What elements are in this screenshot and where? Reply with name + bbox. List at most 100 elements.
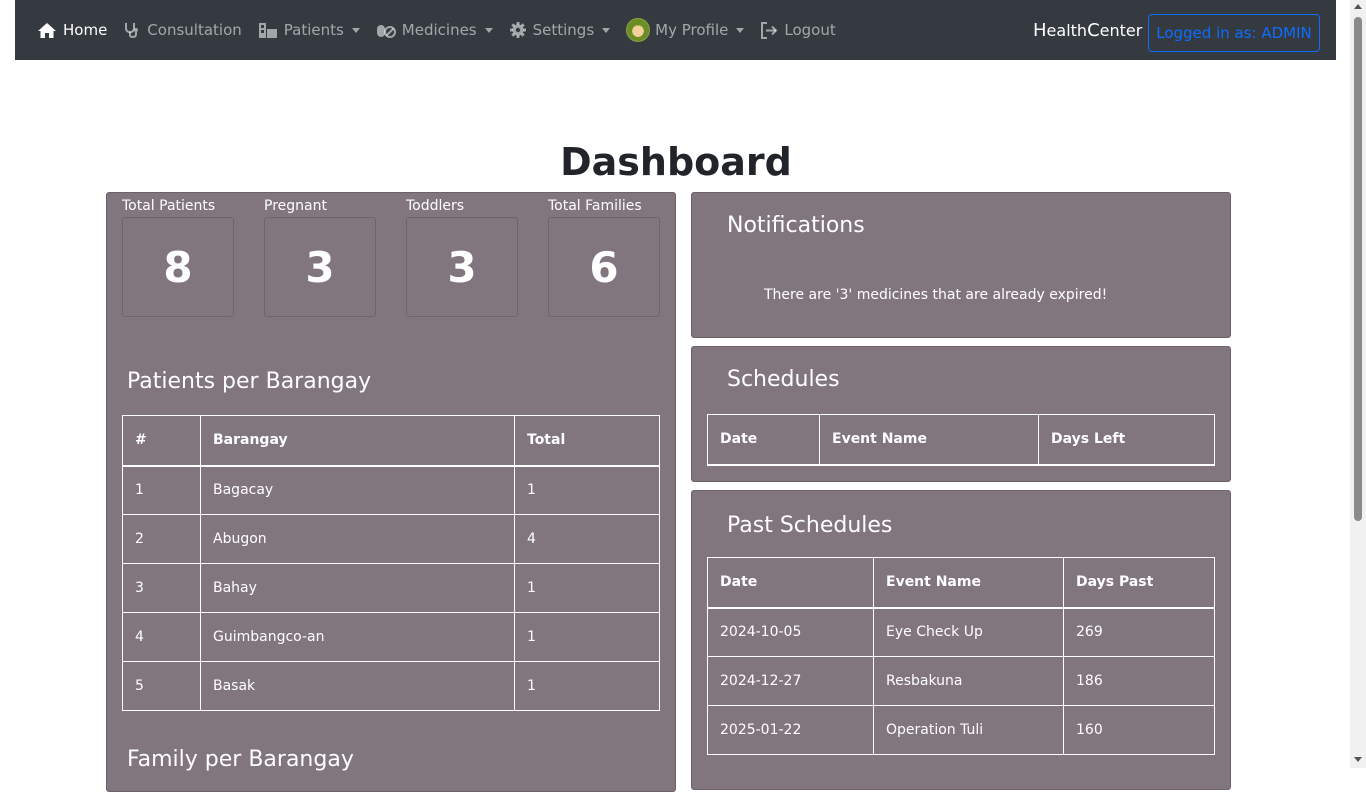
stats-panel: Total Patients 8 Pregnant 3 Toddlers 3 T…: [106, 192, 676, 792]
table-cell: 2024-12-27: [707, 656, 874, 706]
chevron-down-icon: [602, 27, 611, 33]
stat-label: Total Families: [548, 198, 642, 214]
scroll-down-icon[interactable]: [1354, 757, 1362, 762]
brand-logo[interactable]: HealthCenter: [1033, 20, 1142, 41]
logged-in-button[interactable]: Logged in as: ADMIN: [1148, 14, 1320, 52]
past-schedules-table: Date Event Name Days Past 2024-10-05 Eye …: [707, 557, 1215, 755]
brand-part-2: enter: [1099, 21, 1143, 40]
table-row: 1 Bagacay 1: [122, 465, 660, 515]
stat-total-patients: Total Patients 8: [122, 195, 234, 317]
table-cell: 1: [122, 465, 201, 515]
scroll-up-icon[interactable]: [1354, 4, 1362, 9]
column-header: Days Past: [1063, 557, 1215, 609]
notification-message: There are '3' medicines that are already…: [764, 287, 1108, 303]
family-per-barangay-title: Family per Barangay: [127, 747, 354, 772]
column-header: Event Name: [873, 557, 1064, 609]
table-row: 4 Guimbangco-an 1: [122, 612, 660, 662]
nav-home[interactable]: Home: [37, 21, 107, 39]
page-scrollbar[interactable]: [1350, 0, 1366, 768]
schedules-table: Date Event Name Days Left: [707, 414, 1215, 466]
table-cell: 1: [514, 661, 660, 711]
table-row: 3 Bahay 1: [122, 563, 660, 613]
pills-icon: [376, 24, 396, 38]
nav-profile-label: My Profile: [655, 21, 729, 39]
stat-value: 3: [406, 217, 518, 317]
nav-medicines-dropdown[interactable]: Medicines: [376, 21, 493, 39]
gear-icon: [509, 22, 526, 38]
nav-consultation[interactable]: Consultation: [123, 21, 242, 39]
nav-logout-label: Logout: [784, 21, 836, 39]
nav-consultation-label: Consultation: [147, 21, 242, 39]
table-cell: 1: [514, 612, 660, 662]
schedules-title: Schedules: [727, 367, 840, 392]
stat-total-families: Total Families 6: [548, 195, 660, 317]
table-header-row: Date Event Name Days Past: [707, 557, 1215, 609]
table-cell: 1: [514, 465, 660, 515]
table-row: 2 Abugon 4: [122, 514, 660, 564]
nav-medicines-label: Medicines: [401, 21, 477, 39]
stethoscope-icon: [125, 23, 139, 39]
table-cell: 4: [514, 514, 660, 564]
table-cell: Bagacay: [200, 465, 515, 515]
column-header: Date: [707, 414, 820, 466]
stat-value: 8: [122, 217, 234, 317]
brand-part-1: ealth: [1046, 21, 1088, 40]
table-cell: Operation Tuli: [873, 705, 1064, 755]
table-cell: 1: [514, 563, 660, 613]
stat-label: Total Patients: [122, 198, 216, 214]
table-header-row: # Barangay Total: [122, 415, 660, 467]
table-cell: Abugon: [200, 514, 515, 564]
column-header: Total: [514, 415, 660, 467]
avatar: [626, 18, 651, 42]
logout-icon: [761, 21, 778, 39]
column-header: Days Left: [1038, 414, 1215, 466]
patients-icon: [258, 22, 277, 38]
table-cell: 2: [122, 514, 201, 564]
table-cell: 3: [122, 563, 201, 613]
table-cell: 4: [122, 612, 201, 662]
stat-value: 6: [548, 217, 660, 317]
nav-patients-dropdown[interactable]: Patients: [258, 21, 360, 39]
patients-per-barangay-title: Patients per Barangay: [127, 369, 372, 394]
brand-letter-h: H: [1033, 20, 1047, 41]
past-schedules-title: Past Schedules: [727, 513, 893, 538]
table-row: 2024-10-05 Eye Check Up 269: [707, 607, 1215, 657]
table-row: 5 Basak 1: [122, 661, 660, 711]
stat-pregnant: Pregnant 3: [264, 195, 376, 317]
stat-label: Toddlers: [406, 198, 465, 214]
past-schedules-panel: Past Schedules Date Event Name Days Past…: [691, 490, 1231, 790]
nav-patients-label: Patients: [283, 21, 344, 39]
nav-profile-dropdown[interactable]: My Profile: [626, 18, 745, 42]
table-cell: Bahay: [200, 563, 515, 613]
table-cell: Basak: [200, 661, 515, 711]
table-row: 2025-01-22 Operation Tuli 160: [707, 705, 1215, 755]
table-header-row: Date Event Name Days Left: [707, 414, 1215, 466]
stat-value: 3: [264, 217, 376, 317]
column-header: Date: [707, 557, 874, 609]
nav-home-label: Home: [63, 21, 108, 39]
nav-settings-label: Settings: [532, 21, 595, 39]
table-cell: 269: [1063, 607, 1215, 657]
nav-logout[interactable]: Logout: [760, 21, 836, 39]
table-cell: Guimbangco-an: [200, 612, 515, 662]
table-cell: 160: [1063, 705, 1215, 755]
table-cell: Eye Check Up: [873, 607, 1064, 657]
table-cell: 2025-01-22: [707, 705, 874, 755]
chevron-down-icon: [351, 27, 360, 33]
schedules-panel: Schedules Date Event Name Days Left: [691, 346, 1231, 482]
table-row: 2024-12-27 Resbakuna 186: [707, 656, 1215, 706]
stat-toddlers: Toddlers 3: [406, 195, 518, 317]
home-icon: [38, 22, 56, 38]
chevron-down-icon: [736, 27, 745, 33]
chevron-down-icon: [484, 27, 493, 33]
notifications-title: Notifications: [727, 213, 865, 238]
column-header: #: [122, 415, 201, 467]
table-cell: Resbakuna: [873, 656, 1064, 706]
nav-settings-dropdown[interactable]: Settings: [509, 21, 611, 39]
stat-label: Pregnant: [264, 198, 327, 214]
column-header: Barangay: [200, 415, 515, 467]
table-cell: 2024-10-05: [707, 607, 874, 657]
page-title: Dashboard: [560, 140, 792, 184]
notifications-panel: Notifications There are '3' medicines th…: [691, 192, 1231, 338]
scrollbar-thumb[interactable]: [1354, 17, 1362, 521]
